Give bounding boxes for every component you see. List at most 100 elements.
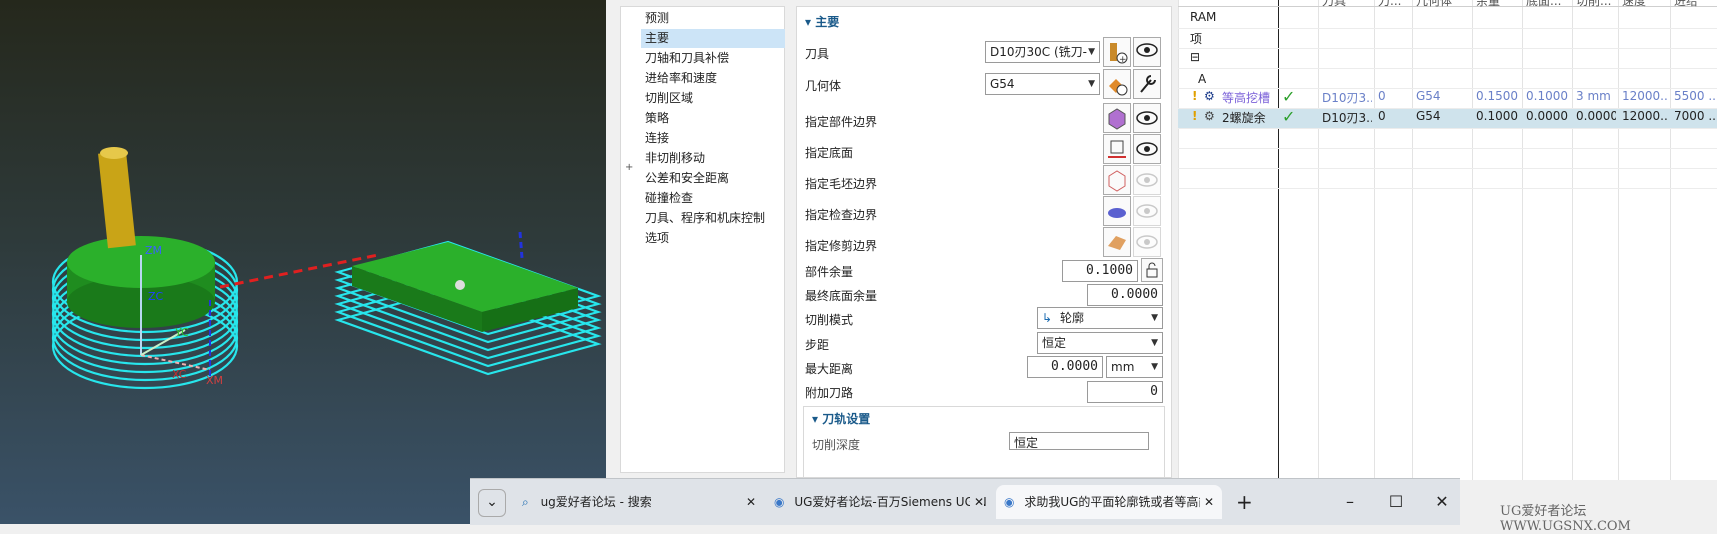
model-scene: ZM ZC YC XC XM <box>51 147 602 390</box>
row-tool: D10刃3... <box>1322 111 1372 125</box>
select-trim-boundary-button[interactable] <box>1103 227 1131 257</box>
max-dist-label: 最大距离 <box>805 362 854 376</box>
row-feed: 7000 ... <box>1674 109 1716 123</box>
search-icon: ⌕ <box>522 495 529 509</box>
new-tab-button[interactable]: + <box>1236 485 1253 519</box>
show-check-boundary-button[interactable] <box>1133 196 1161 226</box>
close-icon[interactable]: ✕ <box>969 485 984 519</box>
col-header-floor[interactable]: 底面... <box>1526 0 1570 9</box>
warning-icon: ! <box>1192 109 1198 123</box>
tree-item-strategy[interactable]: 策略 <box>641 109 785 128</box>
show-floor-button[interactable] <box>1133 134 1161 164</box>
show-blank-boundary-button[interactable] <box>1133 165 1161 195</box>
max-dist-input[interactable]: 0.0000 <box>1027 356 1103 378</box>
axis-label-zm: ZM <box>145 244 162 257</box>
part-boundary-icon <box>1108 108 1126 130</box>
lock-button[interactable] <box>1141 258 1163 282</box>
tree-item-predict[interactable]: 预测 <box>641 9 785 28</box>
new-tool-button[interactable]: + <box>1103 37 1131 67</box>
chevron-down-icon: ▼ <box>1151 338 1158 348</box>
section-main-title: 主要 <box>815 15 840 29</box>
section-path-title: 刀轨设置 <box>822 412 871 426</box>
wrench-icon <box>1140 75 1156 93</box>
stepover-select[interactable]: 恒定 ▼ <box>1037 332 1163 354</box>
site-icon: ◉ <box>774 495 785 509</box>
extra-passes-input[interactable]: 0 <box>1087 381 1163 403</box>
edit-geometry-button[interactable] <box>1133 69 1161 99</box>
edit-tool-button[interactable] <box>1133 37 1161 67</box>
close-icon[interactable]: ✕ <box>1199 485 1214 519</box>
tree-item-tool-axis[interactable]: 刀轴和刀具补偿 <box>641 49 785 68</box>
tree-item-main[interactable]: 主要 <box>641 29 785 48</box>
graphics-viewport[interactable]: ZM ZC YC XC XM <box>0 0 606 524</box>
row-floor: 0.1000 <box>1526 89 1568 103</box>
cut-depth-select[interactable]: 恒定 <box>1009 432 1149 450</box>
tree-item-feeds[interactable]: 进给率和速度 <box>641 69 785 88</box>
axis-label-xc: XC <box>172 368 187 381</box>
stepover-label: 步距 <box>805 338 830 352</box>
maximize-button[interactable]: ☐ <box>1376 485 1416 519</box>
dialog-tree: + 预测 主要 刀轴和刀具补偿 进给率和速度 切削区域 策略 连接 非切削移动 … <box>620 6 785 473</box>
select-check-boundary-button[interactable] <box>1103 196 1131 226</box>
minimize-button[interactable]: – <box>1330 485 1370 519</box>
nav-tree-group[interactable]: A <box>1198 72 1206 86</box>
show-part-boundary-button[interactable] <box>1133 103 1161 133</box>
new-geometry-button[interactable] <box>1103 69 1131 99</box>
row-geometry: G54 <box>1416 109 1441 123</box>
close-icon[interactable]: ✕ <box>746 485 756 519</box>
col-header-speed[interactable]: 速度 <box>1622 0 1668 9</box>
nav-tree-program[interactable]: RAM <box>1190 10 1216 24</box>
tree-item-tolerance[interactable]: 公差和安全距离 <box>641 169 785 188</box>
tree-item-options[interactable]: 选项 <box>641 229 785 248</box>
cut-mode-select[interactable]: ↳ 轮廓 ▼ <box>1037 307 1163 329</box>
table-row[interactable]: ! ⚙ 等高挖槽 ✓ D10刃3... 0 G54 0.1500 0.1000 … <box>1178 87 1717 108</box>
tree-item-collision[interactable]: 碰撞检查 <box>641 189 785 208</box>
col-header-cut[interactable]: 切削... <box>1576 0 1616 9</box>
tree-item-cut-area[interactable]: 切削区域 <box>641 89 785 108</box>
geometry-label: 几何体 <box>805 79 842 93</box>
max-dist-unit-value: mm <box>1111 360 1135 374</box>
geometry-select[interactable]: G54 ▼ <box>985 73 1100 95</box>
lock-icon <box>1146 262 1158 278</box>
col-header-num[interactable]: 刀... <box>1378 0 1410 9</box>
select-floor-button[interactable] <box>1103 134 1131 164</box>
max-dist-unit-select[interactable]: mm ▼ <box>1106 356 1163 378</box>
tab-forum[interactable]: ◉ UG爱好者论坛-百万Siemens UG N ✕ <box>766 485 992 519</box>
row-feed: 5500 ... <box>1674 89 1716 103</box>
close-window-button[interactable]: ✕ <box>1422 485 1462 519</box>
col-header-stock[interactable]: 余量 <box>1476 0 1520 9</box>
tree-item-machine[interactable]: 刀具、程序和机床控制 <box>641 209 785 228</box>
row-cut: 0.0000 <box>1576 109 1616 123</box>
select-part-boundary-button[interactable] <box>1103 103 1131 133</box>
stepover-value: 恒定 <box>1042 336 1067 350</box>
select-blank-boundary-button[interactable] <box>1103 165 1131 195</box>
tab-list-button[interactable]: ⌄ <box>478 489 506 517</box>
tab-help-title: 求助我UG的平面轮廓铣或者等高能 <box>1024 495 1211 509</box>
floor-stock-label: 最终底面余量 <box>805 289 878 303</box>
table-row[interactable]: ! ⚙ 2螺旋余 ✓ D10刃3... 0 G54 0.1000 0.0000 … <box>1178 107 1717 128</box>
part-stock-input[interactable]: 0.1000 <box>1062 260 1138 282</box>
eye-wrench-icon <box>1136 43 1158 57</box>
operation-icon: ⚙ <box>1204 89 1215 103</box>
axis-label-xm: XM <box>206 374 223 387</box>
show-trim-boundary-button[interactable] <box>1133 227 1161 257</box>
operation-navigator: 刀具 刀... 几何体 余量 底面... 切削... 速度 进给 RAM 项 ⊟… <box>1178 0 1717 480</box>
chevron-down-icon: ▼ <box>1151 362 1158 372</box>
tree-item-connect[interactable]: 连接 <box>641 129 785 148</box>
tree-item-noncut[interactable]: 非切削移动 <box>641 149 785 168</box>
col-header-feed[interactable]: 进给 <box>1674 0 1716 9</box>
tab-help-thread[interactable]: ◉ 求助我UG的平面轮廓铣或者等高能 ✕ <box>996 485 1222 519</box>
nav-tree-item[interactable]: 项 <box>1190 30 1202 47</box>
col-header-geometry[interactable]: 几何体 <box>1416 0 1470 9</box>
part-stock-label: 部件余量 <box>805 265 854 279</box>
extra-passes-label: 附加刀路 <box>805 386 854 400</box>
section-main-header[interactable]: ▾ 主要 <box>805 13 839 30</box>
tab-search[interactable]: ⌕ ug爱好者论坛 - 搜索 ✕ <box>514 485 764 519</box>
tool-select[interactable]: D10刃30C (铣刀- ▼ <box>985 41 1100 63</box>
floor-stock-input[interactable]: 0.0000 <box>1087 284 1163 306</box>
cut-mode-label: 切削模式 <box>805 313 854 327</box>
section-path-header[interactable]: ▾ 刀轨设置 <box>812 410 870 427</box>
eye-icon <box>1136 111 1158 125</box>
expand-icon[interactable]: + <box>625 162 633 173</box>
col-header-tool[interactable]: 刀具 <box>1322 0 1372 9</box>
